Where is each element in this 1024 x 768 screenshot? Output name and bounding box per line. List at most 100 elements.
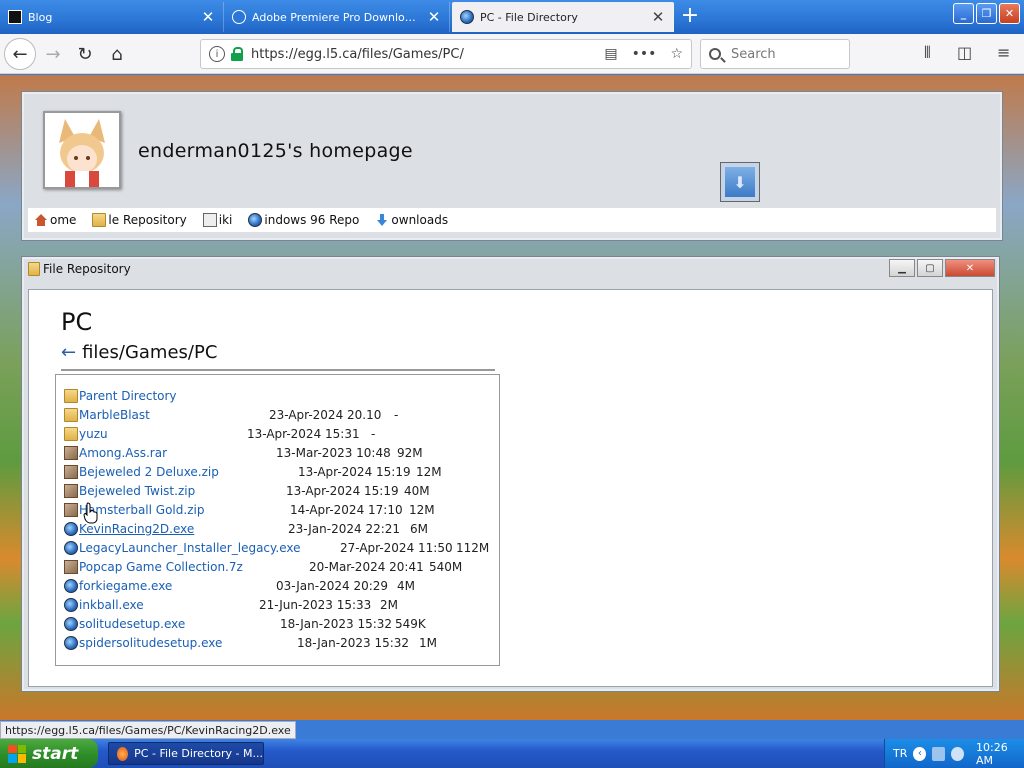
list-item[interactable]: spidersolitudesetup.exe 18-Jan-2023 15:32… xyxy=(64,633,437,652)
nav-item-file-repository[interactable]: le Repository xyxy=(92,213,187,227)
file-repository-window: File Repository ▁ ▢ ✕ PC ← files/Games/PC… xyxy=(21,256,1000,692)
minimize-button[interactable]: ▁ xyxy=(889,259,915,277)
folder-icon xyxy=(64,426,78,441)
file-date: 03-Jan-2024 20:29 xyxy=(276,578,389,593)
repository-body: PC ← files/Games/PC Parent Directory Marb… xyxy=(28,289,993,687)
file-link[interactable]: forkiegame.exe xyxy=(79,579,172,593)
nav-label[interactable]: indows 96 Repo xyxy=(264,213,359,227)
forward-button[interactable]: → xyxy=(38,39,68,69)
start-label: start xyxy=(32,743,79,764)
file-link[interactable]: Bejeweled 2 Deluxe.zip xyxy=(79,465,219,479)
language-indicator[interactable]: TR xyxy=(893,747,907,760)
nav-label[interactable]: le Repository xyxy=(108,213,186,227)
file-link[interactable]: LegacyLauncher_Installer_legacy.exe xyxy=(79,541,301,555)
menu-icon[interactable]: ≡ xyxy=(997,43,1010,62)
taskbar-item-browser[interactable]: PC - File Directory - M... xyxy=(108,742,264,765)
file-link[interactable]: solitudesetup.exe xyxy=(79,617,185,631)
tab-blog[interactable]: Blog ✕ xyxy=(0,2,224,32)
file-link[interactable]: MarbleBlast xyxy=(79,408,150,422)
close-window-button[interactable]: ✕ xyxy=(999,3,1020,24)
search-placeholder: Search xyxy=(731,46,776,62)
taskbar: start PC - File Directory - M... TR ‹ 10… xyxy=(0,739,1024,768)
window-titlebar[interactable]: File Repository ▁ ▢ ✕ xyxy=(22,257,999,281)
file-size: - xyxy=(371,426,376,441)
nav-label[interactable]: ownloads xyxy=(391,213,448,227)
browser-tab-bar: Blog ✕ Adobe Premiere Pro Download &amp;… xyxy=(0,0,1024,34)
system-tray: TR ‹ 10:26 AM xyxy=(884,739,1024,768)
exe-icon xyxy=(64,540,78,555)
nav-item-home[interactable]: ome xyxy=(34,213,76,227)
info-icon[interactable]: i xyxy=(209,46,225,62)
file-link[interactable]: inkball.exe xyxy=(79,598,144,612)
reload-button[interactable]: ↻ xyxy=(70,39,100,69)
file-size: 540M xyxy=(429,559,463,574)
nav-item-downloads[interactable]: ownloads xyxy=(375,213,448,227)
nav-item-wiki[interactable]: iki xyxy=(202,213,233,227)
back-button[interactable]: ← xyxy=(4,38,36,70)
book-icon xyxy=(202,213,217,227)
list-item[interactable]: MarbleBlast 23-Apr-2024 20.10- xyxy=(64,405,398,424)
file-size: 2M xyxy=(380,597,398,612)
file-size: - xyxy=(394,407,399,422)
tab-adobe[interactable]: Adobe Premiere Pro Download &amp; I ✕ xyxy=(224,2,450,32)
window-controls: _ ❐ ✕ xyxy=(953,3,1020,24)
tab-title: PC - File Directory xyxy=(480,10,578,24)
list-item[interactable]: inkball.exe 21-Jun-2023 15:33 2M xyxy=(64,595,398,614)
home-icon xyxy=(35,214,47,226)
home-button[interactable]: ⌂ xyxy=(102,39,132,69)
list-item[interactable]: solitudesetup.exe 18-Jan-2023 15:32 549K xyxy=(64,614,426,633)
list-item[interactable]: LegacyLauncher_Installer_legacy.exe 27-Ap… xyxy=(64,538,489,557)
maximize-button[interactable]: ❐ xyxy=(976,3,997,24)
list-item[interactable]: Bejeweled Twist.zip 13-Apr-2024 15:19 40M xyxy=(64,481,430,500)
page-actions-icon[interactable]: ••• xyxy=(632,46,657,62)
volume-icon[interactable] xyxy=(951,746,964,761)
list-item[interactable]: Among.Ass.rar 13-Mar-2023 10:48 92M xyxy=(64,443,423,462)
folder-icon xyxy=(92,213,107,227)
file-link[interactable]: Among.Ass.rar xyxy=(79,446,167,460)
url-bar[interactable]: i https://egg.l5.ca/files/Games/PC/ ▤ ••… xyxy=(200,39,692,69)
list-item[interactable]: forkiegame.exe 03-Jan-2024 20:29 4M xyxy=(64,576,415,595)
windows-logo-icon xyxy=(8,744,26,763)
nav-item-windows-96-repo[interactable]: indows 96 Repo xyxy=(248,213,359,227)
file-link[interactable]: Bejeweled Twist.zip xyxy=(79,484,195,498)
file-link[interactable]: spidersolitudesetup.exe xyxy=(79,636,222,650)
close-button[interactable]: ✕ xyxy=(945,259,995,277)
path-heading: ← files/Games/PC xyxy=(61,342,217,363)
archive-icon xyxy=(64,559,78,574)
network-icon[interactable] xyxy=(932,746,946,761)
folder-icon xyxy=(64,407,78,422)
tray-expand-icon[interactable]: ‹ xyxy=(913,746,927,761)
clock[interactable]: 10:26 AM xyxy=(976,741,1024,767)
file-link[interactable]: Parent Directory xyxy=(79,389,177,403)
folder-icon xyxy=(28,262,40,276)
list-item[interactable]: yuzu 13-Apr-2024 15:31- xyxy=(64,424,375,443)
search-input[interactable]: Search xyxy=(700,39,850,69)
file-link[interactable]: Popcap Game Collection.7z xyxy=(79,560,243,574)
library-icon[interactable]: ⫴ xyxy=(924,43,931,63)
parent-folder-icon xyxy=(64,388,78,403)
url-text[interactable]: https://egg.l5.ca/files/Games/PC/ xyxy=(251,47,464,62)
list-item[interactable]: Bejeweled 2 Deluxe.zip 13-Apr-2024 15:19 1… xyxy=(64,462,442,481)
exe-icon xyxy=(64,578,78,593)
maximize-button[interactable]: ▢ xyxy=(917,259,943,277)
back-arrow-link[interactable]: ← xyxy=(61,342,76,363)
bookmark-star-icon[interactable]: ☆ xyxy=(670,46,683,62)
sidebar-icon[interactable]: ◫ xyxy=(957,43,972,62)
download-widget-button[interactable]: ⬇ xyxy=(720,162,760,202)
list-item[interactable]: Parent Directory xyxy=(64,386,177,405)
nav-label[interactable]: iki xyxy=(219,213,233,227)
nav-label[interactable]: ome xyxy=(50,213,76,227)
start-button[interactable]: start xyxy=(0,739,98,768)
close-icon[interactable]: ✕ xyxy=(201,8,215,26)
list-item[interactable]: Popcap Game Collection.7z 20-Mar-2024 20:… xyxy=(64,557,462,576)
minimize-button[interactable]: _ xyxy=(953,3,974,24)
archive-icon xyxy=(64,502,78,517)
reader-view-icon[interactable]: ▤ xyxy=(604,46,617,62)
tab-pc-file-directory[interactable]: PC - File Directory ✕ xyxy=(452,2,674,32)
close-icon[interactable]: ✕ xyxy=(651,8,665,26)
close-icon[interactable]: ✕ xyxy=(427,8,441,26)
search-icon xyxy=(709,48,721,60)
new-tab-button[interactable]: + xyxy=(678,5,702,28)
file-link[interactable]: yuzu xyxy=(79,427,108,441)
globe-icon xyxy=(248,213,263,227)
